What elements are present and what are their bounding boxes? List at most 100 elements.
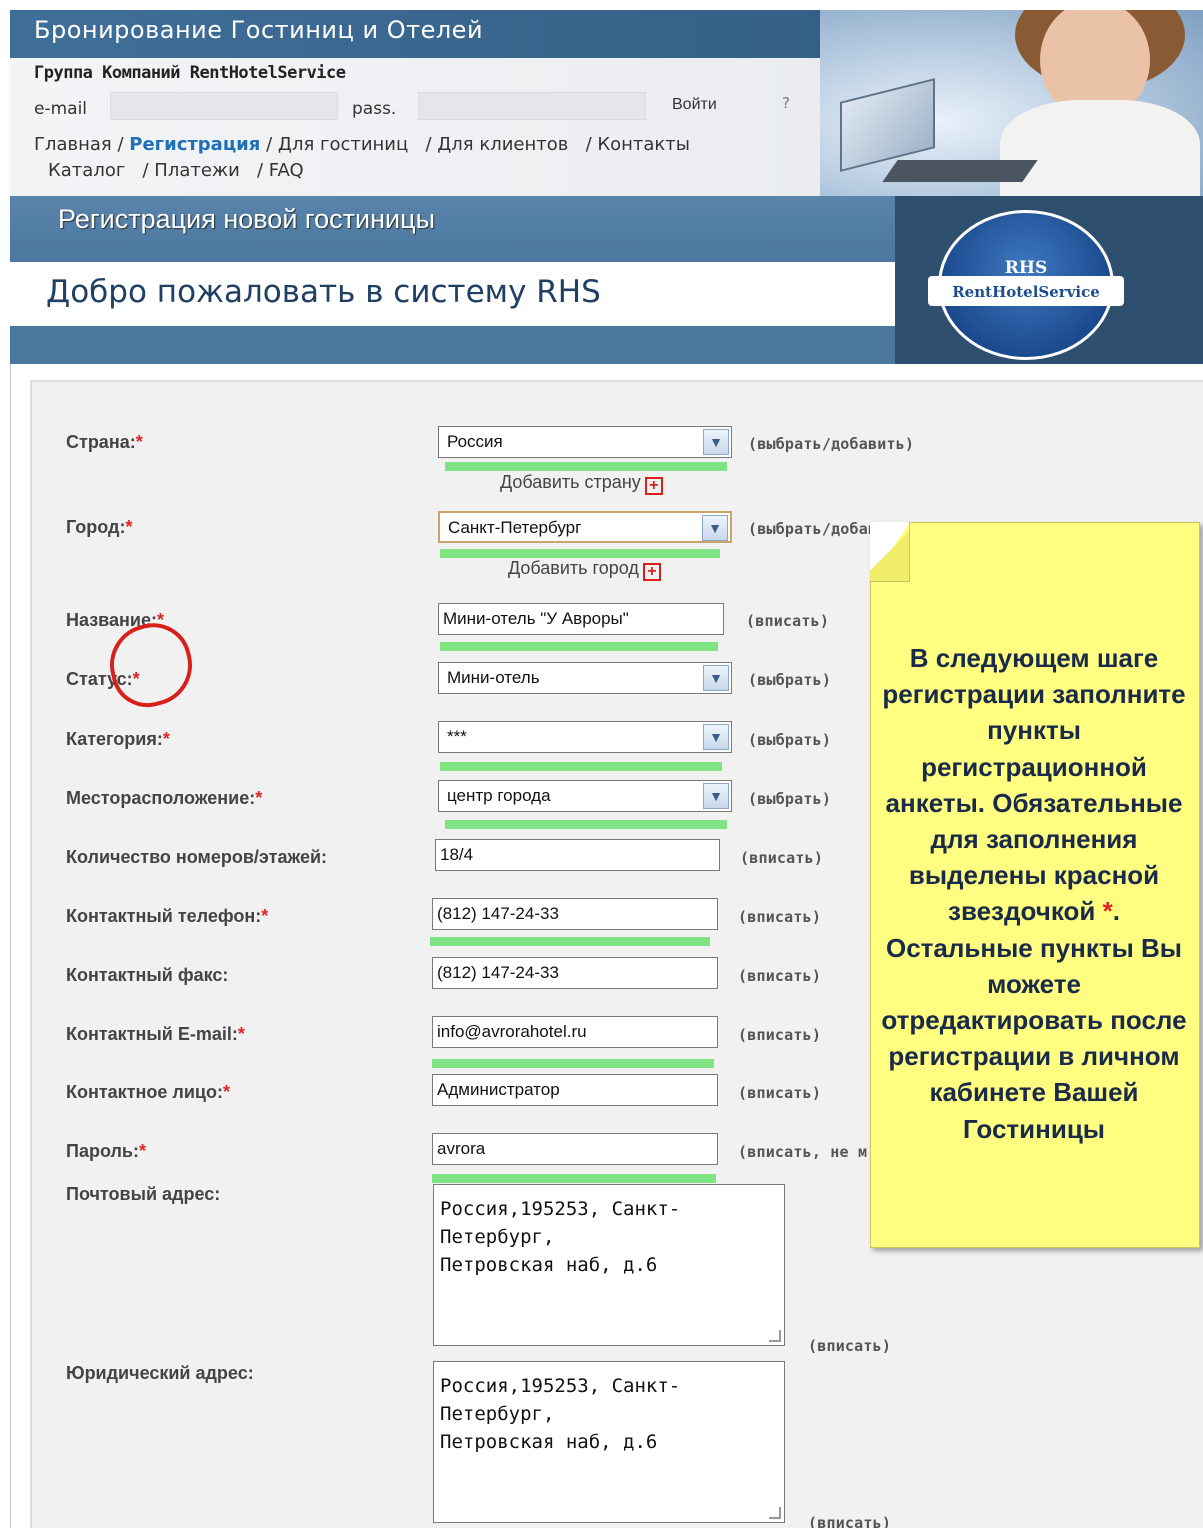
pass-label: pass.	[352, 99, 397, 119]
location-select[interactable]: центр города ▼	[438, 780, 732, 812]
city-select[interactable]: Санкт-Петербург ▼	[438, 511, 732, 543]
hero-image	[820, 10, 1203, 196]
note-text-main: В следующем шаге регистрации заполните п…	[882, 643, 1186, 927]
chevron-down-icon[interactable]: ▼	[703, 665, 729, 691]
location-label: Месторасположение:*	[66, 788, 262, 809]
welcome-heading: Добро пожаловать в систему RHS	[46, 274, 601, 310]
logo-short: RHS	[1004, 258, 1048, 278]
postal-address-textarea[interactable]: Россия,195253, Санкт- Петербург, Петровс…	[433, 1184, 785, 1346]
chevron-down-icon[interactable]: ▼	[702, 515, 728, 541]
note-text-after: . Остальные пункты Вы можете отредактиро…	[881, 896, 1187, 1144]
highlight-line	[440, 642, 718, 651]
hotel-password-label-text: Пароль:	[66, 1141, 139, 1161]
postal-address-hint[interactable]: (вписать)	[808, 1337, 891, 1355]
nav-for-hotels[interactable]: Для гостиниц	[278, 134, 408, 155]
nav-registration[interactable]: Регистрация	[129, 134, 260, 155]
location-hint[interactable]: (выбрать)	[748, 790, 831, 808]
nav-separator: /	[117, 134, 130, 155]
highlight-line	[440, 762, 722, 771]
country-value: Россия	[447, 432, 503, 451]
contact-email-hint[interactable]: (вписать)	[738, 1026, 821, 1044]
rhs-logo: RHS RentHotelService	[928, 210, 1124, 360]
nav-payments[interactable]: Платежи	[154, 160, 240, 181]
resize-grip-icon[interactable]	[769, 1507, 781, 1519]
rooms-hint[interactable]: (вписать)	[740, 849, 823, 867]
legal-address-value: Россия,195253, Санкт- Петербург, Петровс…	[440, 1375, 681, 1453]
section-title: Регистрация новой гостиницы	[58, 204, 435, 234]
contact-email-label: Контактный E-mail:*	[66, 1024, 245, 1045]
category-hint[interactable]: (выбрать)	[748, 731, 831, 749]
legal-address-hint[interactable]: (вписать)	[808, 1514, 891, 1528]
hotel-password-hint[interactable]: (вписать, не м	[738, 1143, 867, 1161]
company-name: Группа Компаний RentHotelService	[34, 63, 346, 83]
country-select[interactable]: Россия ▼	[438, 426, 732, 458]
status-hint[interactable]: (выбрать)	[748, 671, 831, 689]
sticky-note-text: В следующем шаге регистрации заполните п…	[878, 640, 1190, 1147]
category-select[interactable]: *** ▼	[438, 721, 732, 753]
password-input[interactable]	[418, 92, 646, 120]
required-mark: *	[255, 788, 263, 808]
note-fold	[870, 522, 910, 582]
highlight-line	[432, 1059, 714, 1068]
laptop-icon	[840, 78, 935, 172]
fax-input[interactable]: (812) 147-24-33	[432, 957, 718, 989]
postal-address-label: Почтовый адрес:	[66, 1184, 221, 1204]
login-button[interactable]: Войти	[672, 96, 717, 114]
nav-faq[interactable]: FAQ	[269, 160, 304, 181]
contact-person-input[interactable]: Администратор	[432, 1074, 718, 1106]
category-value: ***	[447, 727, 467, 746]
required-mark: *	[138, 1141, 146, 1161]
legal-address-label: Юридический адрес:	[66, 1363, 254, 1383]
chevron-down-icon[interactable]: ▼	[703, 429, 729, 455]
nav-for-clients[interactable]: Для клиентов	[437, 134, 568, 155]
plus-icon[interactable]: +	[642, 563, 661, 581]
hero-body	[1000, 100, 1200, 196]
nav-row-1: Главная / Регистрация / Для гостиниц / Д…	[34, 134, 690, 155]
add-country-link[interactable]: Добавить страну +	[500, 472, 663, 495]
contact-person-label-text: Контактное лицо:	[66, 1082, 223, 1102]
city-label: Город:*	[66, 517, 133, 538]
required-mark: *	[162, 729, 170, 749]
nav-home[interactable]: Главная	[34, 134, 112, 155]
nav-row-2: Каталог / Платежи / FAQ	[48, 160, 304, 181]
status-select[interactable]: Мини-отель ▼	[438, 662, 732, 694]
page: Бронирование Гостиниц и Отелей Группа Ко…	[0, 0, 1203, 1528]
country-hint[interactable]: (выбрать/добавить)	[748, 435, 914, 453]
location-label-text: Месторасположение:	[66, 788, 256, 808]
contact-person-hint[interactable]: (вписать)	[738, 1084, 821, 1102]
hotel-password-label: Пароль:*	[66, 1141, 146, 1162]
nav-catalog[interactable]: Каталог	[48, 160, 125, 181]
highlight-line	[432, 1174, 716, 1183]
nav-contacts[interactable]: Контакты	[597, 134, 690, 155]
required-mark: *	[1102, 896, 1113, 927]
city-hint[interactable]: (выбрать/добави	[748, 520, 886, 538]
add-city-link[interactable]: Добавить город +	[508, 558, 661, 581]
rooms-input[interactable]: 18/4	[435, 839, 720, 871]
chevron-down-icon[interactable]: ▼	[703, 724, 729, 750]
add-country-text: Добавить страну	[500, 472, 641, 492]
phone-input[interactable]: (812) 147-24-33	[432, 898, 718, 930]
fax-label: Контактный факс:	[66, 965, 229, 985]
status-value: Мини-отель	[447, 668, 540, 687]
phone-label: Контактный телефон:*	[66, 906, 268, 927]
highlight-line	[430, 937, 710, 946]
keyboard-icon	[882, 160, 1038, 182]
nav-separator: /	[266, 134, 278, 155]
legal-address-textarea[interactable]: Россия,195253, Санкт- Петербург, Петровс…	[433, 1361, 785, 1523]
hotel-name-input[interactable]: Мини-отель "У Авроры"	[438, 603, 724, 635]
highlight-line	[445, 462, 727, 471]
nav-separator: /	[414, 134, 438, 155]
email-input[interactable]	[110, 92, 338, 120]
required-mark: *	[222, 1082, 230, 1102]
hotel-password-input[interactable]: avrora	[432, 1133, 718, 1165]
name-hint[interactable]: (вписать)	[746, 612, 829, 630]
country-label: Страна:*	[66, 432, 143, 453]
help-button[interactable]: ?	[782, 94, 790, 112]
phone-hint[interactable]: (вписать)	[738, 908, 821, 926]
resize-grip-icon[interactable]	[769, 1330, 781, 1342]
highlight-line	[440, 549, 720, 558]
contact-email-input[interactable]: info@avrorahotel.ru	[432, 1016, 718, 1048]
chevron-down-icon[interactable]: ▼	[703, 783, 729, 809]
plus-icon[interactable]: +	[644, 477, 663, 495]
fax-hint[interactable]: (вписать)	[738, 967, 821, 985]
